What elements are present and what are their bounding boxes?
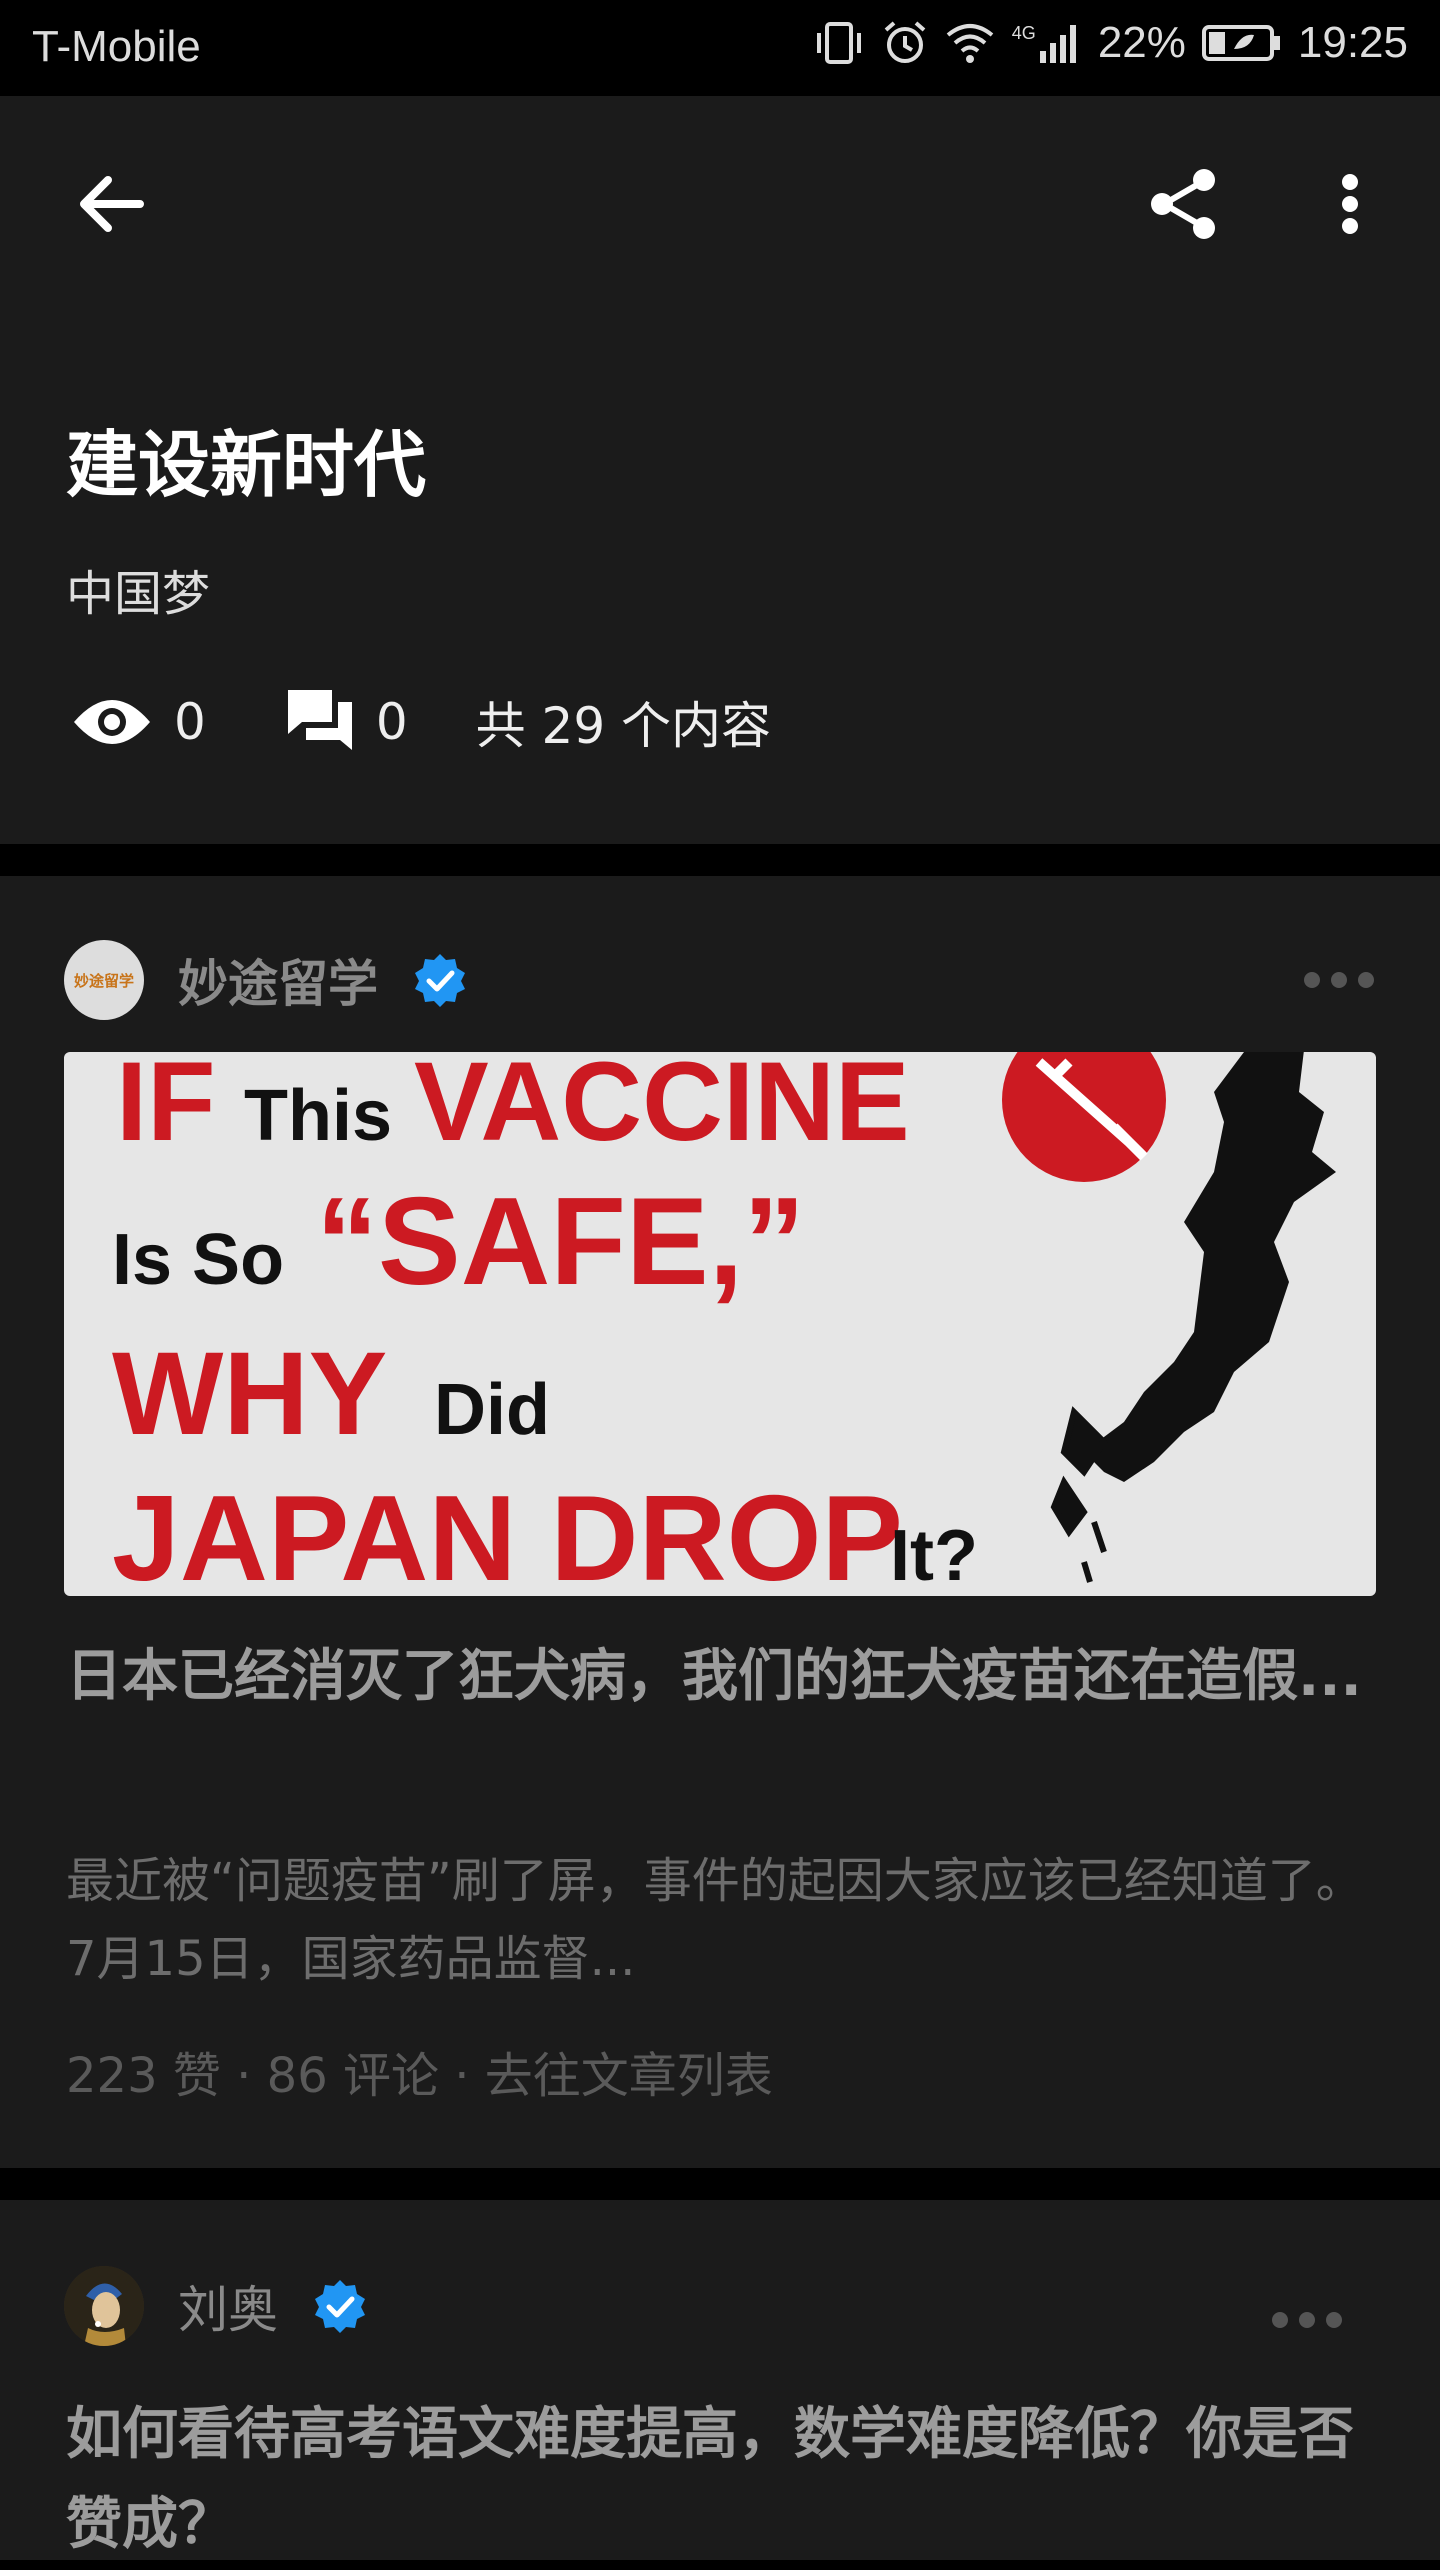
article-title[interactable]: 如何看待高考语文难度提高，数学难度降低？你是否赞成？ xyxy=(66,2390,1376,2570)
topic-title: 建设新时代 xyxy=(66,423,427,507)
author-name[interactable]: 刘奥 xyxy=(178,2270,278,2342)
verified-badge-icon xyxy=(415,954,465,1007)
cover-word: This xyxy=(244,1076,392,1156)
dot xyxy=(1299,2312,1315,2328)
vibrate-icon xyxy=(812,21,866,65)
share-button[interactable] xyxy=(1142,162,1226,246)
status-icons: 4G 22% 19:25 xyxy=(812,18,1408,68)
clock: 19:25 xyxy=(1297,18,1408,67)
eye-icon xyxy=(74,700,150,744)
battery-icon xyxy=(1201,23,1282,63)
status-bar: T-Mobile 4G 22% 19:25 xyxy=(0,0,1440,96)
author-name[interactable]: 妙途留学 xyxy=(178,944,378,1016)
japan-islands-graphic xyxy=(1050,1406,1108,1583)
carrier-label: T-Mobile xyxy=(32,22,201,71)
cover-word: Is So xyxy=(112,1220,284,1300)
article-excerpt[interactable]: 最近被“问题疫苗”刷了屏，事件的起因大家应该已经知道了。7月15日，国家药品监督… xyxy=(66,1842,1376,1998)
battery-percent: 22% xyxy=(1097,18,1186,67)
dot xyxy=(1326,2312,1342,2328)
article-meta[interactable]: 223 赞 · 86 评论 · 去往文章列表 xyxy=(66,2036,773,2106)
dot xyxy=(1272,2312,1288,2328)
verified-badge-icon xyxy=(315,2280,365,2333)
avatar[interactable]: 妙途留学 xyxy=(64,940,144,1020)
article-cover-image[interactable]: IF This VACCINE Is So “SAFE,” WHY Did JA… xyxy=(64,1052,1376,1596)
feed-card[interactable]: 刘奥 如何看待高考语文难度提高，数学难度降低？你是否赞成？ xyxy=(0,2200,1440,2560)
back-arrow-icon xyxy=(80,176,144,232)
total-content-count: 共 29 个内容 xyxy=(475,697,772,755)
wifi-icon xyxy=(944,21,996,65)
article-title[interactable]: 日本已经消灭了狂犬病，我们的狂犬疫苗还在造假... xyxy=(66,1632,1376,1722)
cover-word: It? xyxy=(890,1516,978,1596)
cover-word: VACCINE xyxy=(414,1052,910,1164)
share-icon xyxy=(1151,169,1215,239)
cover-word: Did xyxy=(434,1370,550,1450)
card-more-button[interactable] xyxy=(1272,2310,1342,2330)
more-options-button[interactable] xyxy=(1318,162,1382,246)
back-button[interactable] xyxy=(70,162,154,246)
dot xyxy=(1331,972,1347,988)
signal-icon: 4G xyxy=(1012,23,1082,63)
topic-header: 建设新时代 中国梦 0 0 共 29 个内容 xyxy=(0,96,1440,844)
avatar-logo-text: 妙途留学 xyxy=(73,971,134,990)
feed-card[interactable]: 妙途留学 妙途留学 IF This VACCINE Is So “SAFE,” … xyxy=(0,876,1440,2168)
dot xyxy=(1358,972,1374,988)
cover-word: WHY xyxy=(112,1328,387,1460)
comments-icon xyxy=(287,690,352,750)
dot xyxy=(1304,972,1320,988)
cover-graphic: IF This VACCINE Is So “SAFE,” WHY Did JA… xyxy=(112,1052,1336,1596)
card-author[interactable]: 刘奥 xyxy=(64,2266,368,2346)
cover-word: “SAFE,” xyxy=(316,1173,805,1311)
comments-count: 0 xyxy=(375,693,408,751)
alarm-icon xyxy=(882,20,928,66)
topic-subtitle: 中国梦 xyxy=(66,566,211,622)
cover-word: JAPAN DROP xyxy=(112,1470,903,1596)
syringe-circle xyxy=(1002,1052,1166,1182)
card-more-button[interactable] xyxy=(1304,970,1374,990)
topic-stats: 0 0 共 29 个内容 xyxy=(70,686,771,758)
avatar[interactable] xyxy=(64,2266,144,2346)
cover-word: IF xyxy=(116,1052,216,1164)
card-author[interactable]: 妙途留学 妙途留学 xyxy=(64,940,468,1020)
more-vert-icon xyxy=(1342,174,1358,234)
avatar-portrait-icon xyxy=(64,2266,144,2346)
views-count: 0 xyxy=(174,693,206,751)
network-type: 4G xyxy=(1011,23,1036,43)
